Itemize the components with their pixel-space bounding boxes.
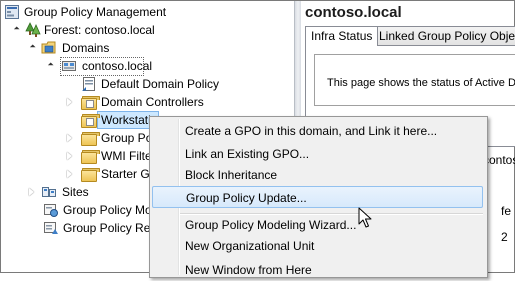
menu-item-block-inheritance[interactable]: Block Inheritance bbox=[150, 164, 487, 186]
tree-label-domains: Domains bbox=[62, 41, 110, 55]
tab-linked-gpos[interactable]: Linked Group Policy Objects bbox=[373, 26, 515, 45]
folder-icon bbox=[81, 167, 100, 182]
tab-infra-status[interactable]: Infra Status bbox=[305, 26, 379, 46]
sites-icon bbox=[42, 187, 56, 197]
tree-label-domain: contoso.local bbox=[82, 59, 153, 73]
menu-item-modeling-wizard[interactable]: Group Policy Modeling Wizard... bbox=[150, 214, 487, 236]
status-box: This page shows the status of Active Di bbox=[314, 54, 515, 106]
expand-arrow-icon[interactable] bbox=[65, 151, 74, 160]
expand-arrow-icon[interactable] bbox=[65, 133, 74, 142]
tree-label-group-policy-objects: Group Po bbox=[101, 131, 153, 145]
context-menu: Create a GPO in this domain, and Link it… bbox=[149, 116, 488, 278]
tree-label-sites: Sites bbox=[62, 185, 89, 199]
menu-item-new-ou[interactable]: New Organizational Unit bbox=[150, 235, 487, 257]
gpm-icon bbox=[5, 5, 19, 19]
expand-arrow-icon[interactable] bbox=[27, 187, 36, 196]
collapse-arrow-icon[interactable] bbox=[45, 61, 54, 70]
details-title: contoso.local bbox=[305, 4, 402, 21]
tree-label-group-policy-modeling: Group Policy Mo bbox=[63, 203, 152, 217]
mouse-pointer-icon bbox=[358, 207, 372, 228]
domain-icon bbox=[62, 61, 76, 71]
collapse-arrow-icon[interactable] bbox=[27, 43, 36, 52]
menu-item-group-policy-update[interactable]: Group Policy Update... bbox=[152, 186, 483, 208]
tree-label-default-domain-policy: Default Domain Policy bbox=[101, 77, 220, 91]
tree-label-group-policy-results: Group Policy Res bbox=[63, 221, 157, 235]
folder-icon bbox=[81, 131, 100, 146]
menu-item-create-gpo[interactable]: Create a GPO in this domain, and Link it… bbox=[150, 120, 487, 142]
results-icon bbox=[44, 222, 58, 234]
folder-icon bbox=[81, 149, 100, 164]
modeling-icon bbox=[44, 204, 58, 217]
status-description: This page shows the status of Active Di bbox=[327, 77, 515, 89]
tree-label-root: Group Policy Management bbox=[24, 5, 167, 19]
menu-item-link-existing-gpo[interactable]: Link an Existing GPO... bbox=[150, 143, 487, 165]
domains-folder-icon bbox=[41, 41, 56, 54]
tree-label-forest: Forest: contoso.local bbox=[44, 23, 155, 37]
tree-label-wmi-filters: WMI Filte bbox=[101, 149, 152, 163]
gpo-link-icon bbox=[82, 77, 95, 91]
expand-arrow-icon[interactable] bbox=[65, 97, 74, 106]
tree-label-workstations: Workstati bbox=[101, 113, 151, 127]
tree-label-domain-controllers: Domain Controllers bbox=[101, 95, 204, 109]
partial-text: fe bbox=[501, 204, 512, 218]
collapse-arrow-icon[interactable] bbox=[11, 25, 20, 34]
ou-folder-icon bbox=[81, 95, 100, 110]
expand-arrow-icon[interactable] bbox=[65, 169, 74, 178]
forest-icon bbox=[25, 22, 41, 37]
gpmc-window: Group Policy Management Forest: contoso.… bbox=[0, 0, 515, 278]
ou-folder-icon bbox=[81, 113, 100, 128]
menu-item-new-window[interactable]: New Window from Here bbox=[150, 259, 487, 281]
partial-text: 2 bbox=[501, 230, 508, 244]
